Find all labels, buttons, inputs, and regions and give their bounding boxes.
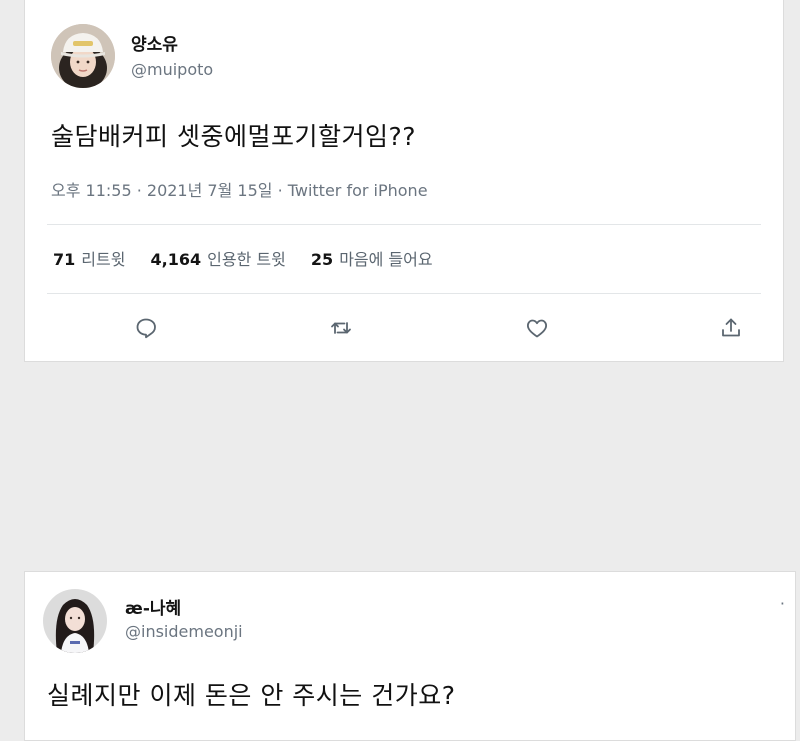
avatar-photo bbox=[43, 589, 107, 653]
like-button[interactable] bbox=[521, 312, 553, 344]
quotes-label: 인용한 트윗 bbox=[207, 250, 286, 269]
retweets-label: 리트윗 bbox=[81, 250, 126, 269]
tweet-timestamp[interactable]: 오후 11:55 · 2021년 7월 15일 · Twitter for iP… bbox=[51, 177, 428, 201]
reply-author-name[interactable]: æ-나혜 bbox=[125, 594, 181, 619]
retweets-count: 71 bbox=[53, 250, 76, 269]
tweet-text: 술담배커피 셋중에멀포기할거임?? bbox=[51, 122, 416, 151]
quotes-stat[interactable]: 4,164 인용한 트윗 bbox=[151, 246, 286, 270]
divider bbox=[47, 293, 761, 294]
avatar-photo bbox=[51, 24, 115, 88]
likes-count: 25 bbox=[310, 250, 334, 269]
retweet-button[interactable] bbox=[325, 312, 357, 344]
divider bbox=[47, 224, 761, 225]
reply-text: 실례지만 이제 돈은 안 주시는 건가요? bbox=[47, 681, 456, 710]
tweet-card: 양소유 @muipoto 술담배커피 셋중에멀포기할거임?? 오후 11:55 … bbox=[24, 0, 784, 362]
share-icon bbox=[722, 318, 740, 337]
likes-label: 마음에 들어요 bbox=[339, 250, 433, 269]
reply-author-handle[interactable]: @insidemeonji bbox=[125, 622, 243, 641]
retweet-icon bbox=[331, 322, 351, 334]
author-name[interactable]: 양소유 bbox=[131, 30, 178, 55]
tweet-stats: 71 리트윗 4,164 인용한 트윗 25 마음에 들어요 bbox=[53, 246, 453, 270]
reply-button[interactable] bbox=[130, 312, 162, 344]
author-avatar[interactable] bbox=[51, 24, 115, 88]
more-options-icon[interactable]: · bbox=[780, 594, 785, 613]
likes-stat[interactable]: 25 마음에 들어요 bbox=[311, 246, 433, 270]
reply-icon bbox=[136, 318, 156, 339]
retweets-stat[interactable]: 71 리트윗 bbox=[53, 246, 125, 270]
reply-card: æ-나혜 @insidemeonji · 실례지만 이제 돈은 안 주시는 건가… bbox=[24, 571, 796, 741]
reply-author-avatar[interactable] bbox=[43, 589, 107, 653]
quotes-count: 4,164 bbox=[150, 250, 202, 269]
share-button[interactable] bbox=[715, 312, 747, 344]
author-handle[interactable]: @muipoto bbox=[131, 60, 213, 79]
like-icon bbox=[526, 319, 548, 338]
